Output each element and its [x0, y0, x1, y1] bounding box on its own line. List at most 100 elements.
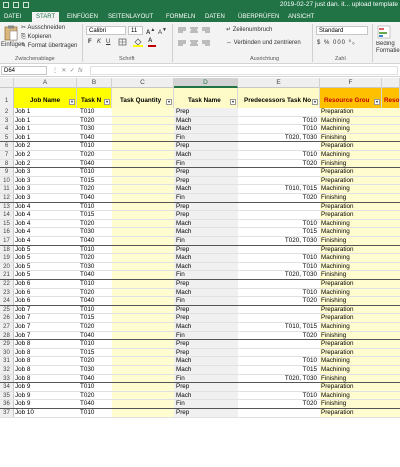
cell-task-quantity[interactable]: [112, 400, 174, 408]
filter-dropdown-icon[interactable]: ▾: [312, 99, 318, 105]
cell-resource[interactable]: [382, 409, 400, 417]
number-format-select[interactable]: Standard: [316, 26, 368, 35]
underline-button[interactable]: U: [106, 38, 110, 46]
cell-resource-group[interactable]: Machining: [320, 262, 382, 271]
cell-task-name[interactable]: Mach: [174, 219, 238, 228]
row-number[interactable]: 18: [0, 245, 14, 254]
cell-resource[interactable]: [382, 142, 400, 150]
cell-job-name[interactable]: Job 5: [14, 271, 77, 279]
cell-predecessors[interactable]: [238, 314, 318, 322]
cell-resource[interactable]: [382, 340, 400, 348]
cell-task-no[interactable]: T020: [77, 185, 112, 193]
cell-task-no[interactable]: T010: [77, 340, 112, 348]
cell-resource-group[interactable]: Machining: [320, 366, 382, 374]
cell-task-name[interactable]: Prep: [174, 348, 238, 357]
cell-job-name[interactable]: Job 4: [14, 220, 77, 228]
cell-task-name[interactable]: Fin: [174, 331, 238, 340]
cell-job-name[interactable]: Job 1: [14, 125, 77, 133]
fill-color-icon[interactable]: [133, 37, 143, 47]
cell-resource[interactable]: [382, 323, 400, 331]
tab-file[interactable]: DATEI: [4, 12, 21, 22]
cell-predecessors[interactable]: T020: [238, 332, 318, 340]
cell-task-quantity[interactable]: [112, 228, 174, 236]
cell-predecessors[interactable]: T010: [238, 357, 318, 365]
row-number[interactable]: 19: [0, 254, 14, 262]
cell-predecessors[interactable]: [238, 349, 318, 357]
cell-task-name[interactable]: Prep: [174, 168, 238, 176]
cell-task-no[interactable]: T015: [77, 177, 112, 185]
row-number[interactable]: 23: [0, 288, 14, 297]
cell-job-name[interactable]: Job 7: [14, 323, 77, 331]
cell-predecessors[interactable]: [238, 108, 318, 116]
row-number[interactable]: 35: [0, 391, 14, 400]
cell-resource-group[interactable]: Finishing: [320, 194, 382, 202]
cell-predecessors[interactable]: T010: [238, 151, 318, 159]
row-number[interactable]: 22: [0, 280, 14, 288]
cell-resource[interactable]: [382, 202, 400, 211]
cell-resource-group[interactable]: Preparation: [320, 383, 382, 391]
italic-button[interactable]: K: [97, 38, 101, 46]
cell-job-name[interactable]: Job 1: [14, 117, 77, 125]
column-header-g[interactable]: [382, 78, 400, 88]
cell-resource[interactable]: [382, 219, 400, 228]
cell-task-name[interactable]: Mach: [174, 125, 238, 133]
cell-predecessors[interactable]: T020, T030: [238, 237, 318, 245]
cell-resource[interactable]: [382, 108, 400, 116]
cell-resource[interactable]: [382, 116, 400, 125]
cell-task-no[interactable]: T030: [77, 263, 112, 271]
cell-task-no[interactable]: T020: [77, 220, 112, 228]
row-number[interactable]: 27: [0, 323, 14, 331]
cell-task-name[interactable]: Prep: [174, 142, 238, 150]
cell-predecessors[interactable]: T020: [238, 400, 318, 408]
cell-task-quantity[interactable]: [112, 409, 174, 417]
cell-task-quantity[interactable]: [112, 271, 174, 279]
row-number[interactable]: 31: [0, 357, 14, 365]
tab-review[interactable]: ÜBERPRÜFEN: [238, 12, 279, 22]
cell-task-no[interactable]: T040: [77, 237, 112, 245]
cell-resource-group[interactable]: Preparation: [320, 305, 382, 314]
cell-resource-group[interactable]: Finishing: [320, 237, 382, 245]
cell-resource-group[interactable]: Preparation: [320, 280, 382, 288]
cell-resource-group[interactable]: Preparation: [320, 108, 382, 116]
save-icon[interactable]: [3, 2, 9, 8]
cell-task-quantity[interactable]: [112, 237, 174, 245]
cell-resource[interactable]: [382, 288, 400, 297]
copy-button[interactable]: ⎘ Kopieren: [21, 33, 52, 41]
cell-predecessors[interactable]: [238, 142, 318, 150]
cell-predecessors[interactable]: [238, 203, 318, 211]
cell-resource-group[interactable]: Machining: [320, 151, 382, 159]
cell-task-name[interactable]: Prep: [174, 383, 238, 391]
cell-job-name[interactable]: Job 1: [14, 134, 77, 142]
cell-task-name[interactable]: Mach: [174, 185, 238, 193]
row-number[interactable]: 29: [0, 340, 14, 348]
cell-task-quantity[interactable]: [112, 297, 174, 305]
cell-predecessors[interactable]: [238, 211, 318, 219]
cell-predecessors[interactable]: T010: [238, 117, 318, 125]
column-header-c[interactable]: C: [112, 78, 174, 88]
row-number[interactable]: 30: [0, 348, 14, 357]
cell-resource[interactable]: [382, 185, 400, 193]
cell-predecessors[interactable]: [238, 340, 318, 348]
row-number[interactable]: 9: [0, 168, 14, 176]
cell-task-name[interactable]: Fin: [174, 271, 238, 279]
cell-job-name[interactable]: Job 9: [14, 392, 77, 400]
cell-job-name[interactable]: Job 9: [14, 383, 77, 391]
cell-resource-group[interactable]: Finishing: [320, 374, 382, 383]
cell-resource-group[interactable]: Preparation: [320, 409, 382, 417]
cell-task-quantity[interactable]: [112, 125, 174, 133]
cell-task-name[interactable]: Mach: [174, 391, 238, 400]
cell-predecessors[interactable]: T020: [238, 160, 318, 168]
row-number[interactable]: 17: [0, 237, 14, 245]
header-task-quantity[interactable]: Task Quantity ▾: [112, 88, 174, 108]
spreadsheet-grid[interactable]: A B C D E F 1 Job Name ▾ Task N ▾ Task Q…: [0, 78, 400, 467]
cell-job-name[interactable]: Job 3: [14, 194, 77, 202]
cell-resource-group[interactable]: Finishing: [320, 400, 382, 408]
row-number[interactable]: 11: [0, 185, 14, 193]
cell-resource-group[interactable]: Finishing: [320, 331, 382, 340]
header-resource[interactable]: Reso: [382, 88, 400, 108]
formula-input[interactable]: [90, 66, 398, 75]
cell-resource-group[interactable]: Preparation: [320, 348, 382, 357]
cell-resource[interactable]: [382, 314, 400, 322]
cell-predecessors[interactable]: T020, T030: [238, 375, 318, 383]
cell-task-quantity[interactable]: [112, 219, 174, 228]
